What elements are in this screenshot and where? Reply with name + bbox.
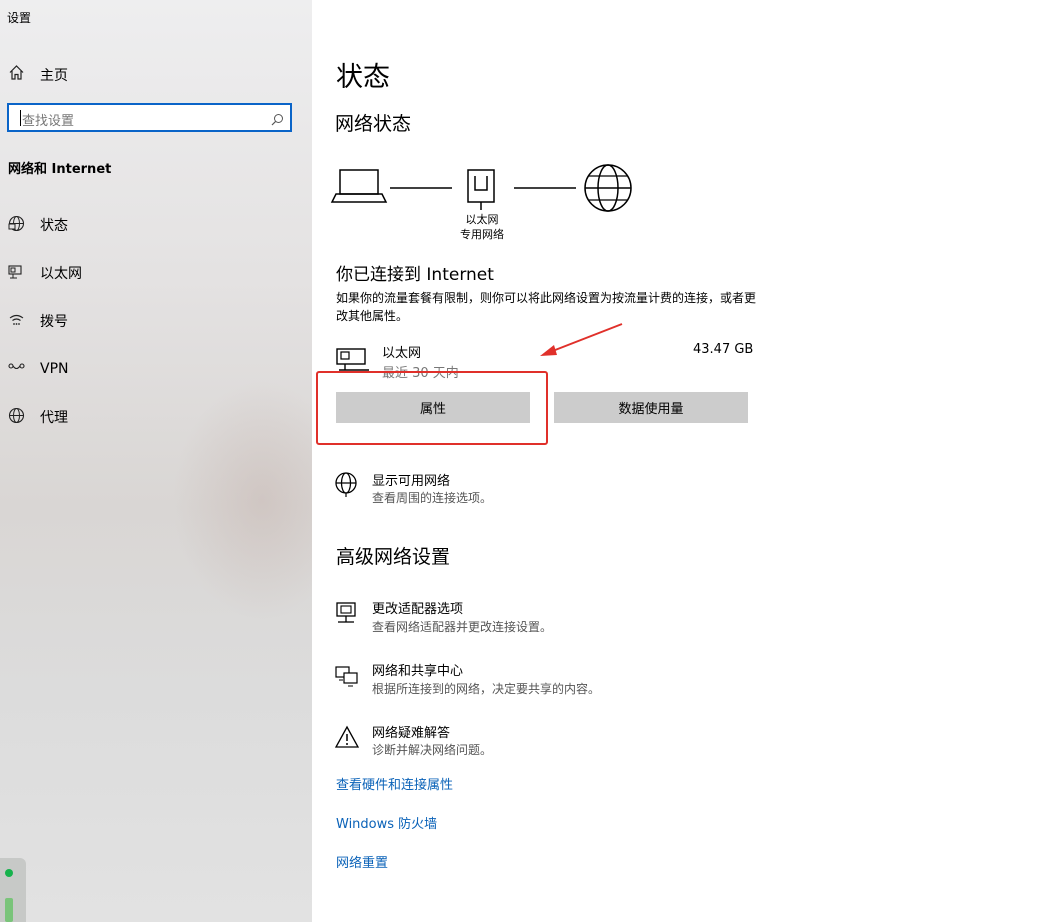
sidebar-section-title: 网络和 Internet [8,162,112,177]
ethernet-icon [8,263,25,284]
sidebar-item-label: 状态 [40,218,68,234]
laptop-icon [330,169,388,203]
sidebar-item-label: 主页 [40,67,68,84]
sidebar-item-label: VPN [40,361,69,377]
windows-firewall-link[interactable]: Windows 防火墙 [336,813,437,832]
adapter-options-desc: 查看网络适配器并更改连接设置。 [372,620,553,634]
show-networks-icon [334,472,358,502]
hardware-properties-link[interactable]: 查看硬件和连接属性 [336,774,453,793]
data-usage-button[interactable]: 数据使用量 [554,392,748,423]
troubleshoot-desc: 诊断并解决网络问题。 [372,743,493,757]
advanced-settings-title: 高级网络设置 [336,546,451,568]
status-bar [5,898,13,922]
troubleshoot-title[interactable]: 网络疑难解答 [372,722,450,741]
page-title: 状态 [336,62,390,93]
ethernet-adapter-icon [467,169,495,210]
internet-globe-icon [584,164,632,212]
sidebar-item-ethernet[interactable]: 以太网 [8,263,82,283]
sidebar-item-proxy[interactable]: 代理 [8,407,68,427]
sidebar-item-status[interactable]: 状态 [8,215,68,235]
connection-usage: 43.47 GB [693,342,754,357]
home-icon [8,64,25,85]
status-dot [5,869,13,877]
sidebar: 设置 主页 查找设置 网络和 Internet 状态 以太网 拨号 VPN 代理 [0,0,312,922]
annotation-highlight-box [316,371,548,445]
search-placeholder: 查找设置 [22,114,75,129]
vpn-icon [8,359,25,380]
text-caret [20,110,21,126]
show-networks-title[interactable]: 显示可用网络 [372,470,450,489]
adapter-label: 以太网 专用网络 [442,212,522,242]
connection-name: 以太网 [382,346,422,361]
window-title: 设置 [7,11,32,25]
adapter-label-line1: 以太网 [465,213,499,226]
sharing-center-desc: 根据所连接到的网络，决定要共享的内容。 [372,682,601,696]
sidebar-item-label: 以太网 [40,266,82,282]
show-networks-desc: 查看周围的连接选项。 [372,491,493,505]
troubleshoot-warning-icon [334,725,360,753]
sidebar-item-vpn[interactable]: VPN [8,359,69,379]
connected-title: 你已连接到 Internet [336,265,494,285]
proxy-globe-icon [8,407,25,428]
adapter-label-line2: 专用网络 [460,228,504,241]
dialup-icon [8,311,25,332]
status-globe-icon [8,215,25,236]
network-status-title: 网络状态 [335,113,412,135]
taskbar-tray [0,858,26,922]
adapter-options-title[interactable]: 更改适配器选项 [372,598,463,617]
sidebar-item-label: 拨号 [40,314,68,330]
sidebar-item-home[interactable]: 主页 [8,64,68,85]
background-blur [172,380,312,620]
network-reset-link[interactable]: 网络重置 [336,852,388,871]
sidebar-item-label: 代理 [40,410,68,426]
search-icon[interactable] [271,111,284,130]
sharing-center-title[interactable]: 网络和共享中心 [372,660,463,679]
adapter-options-icon [334,600,360,630]
annotation-arrow [530,318,630,372]
sharing-center-icon [334,662,360,692]
sidebar-item-dialup[interactable]: 拨号 [8,311,68,331]
search-input[interactable]: 查找设置 [7,103,292,132]
